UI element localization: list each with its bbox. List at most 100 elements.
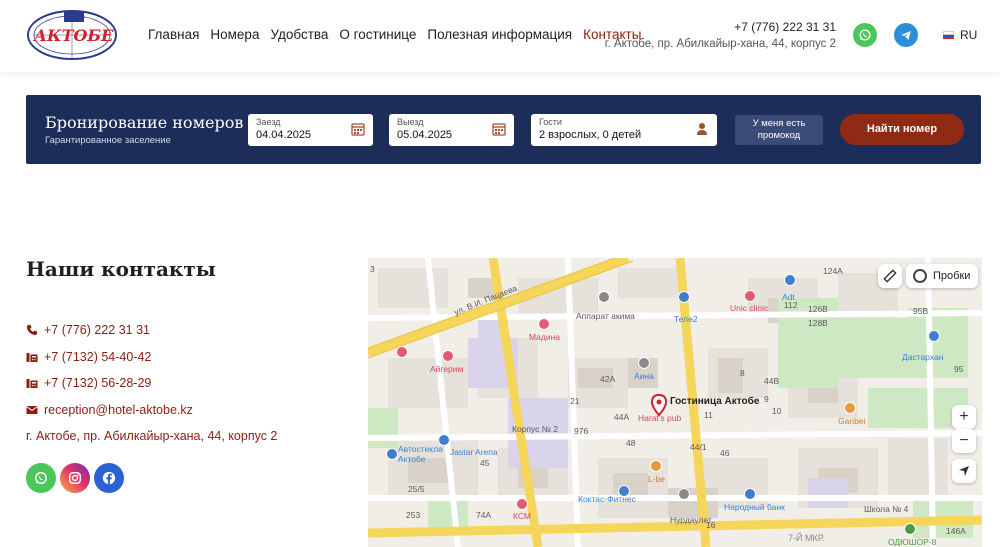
header-address: г. Актобе, пр. Абилкайыр-хана, 44, корпу… — [604, 38, 836, 50]
house-number: 10 — [772, 406, 782, 416]
nav-home[interactable]: Главная — [148, 27, 199, 42]
instagram-button[interactable] — [60, 463, 90, 493]
booking-bar: Бронирование номеров Гарантированное зас… — [26, 95, 981, 164]
traffic-button[interactable]: Пробки — [906, 264, 978, 288]
madina-label: Мадина — [529, 332, 561, 342]
checkin-value: 04.04.2025 — [256, 129, 312, 141]
hotel-logo[interactable]: АКТОБЕ — [26, 9, 118, 61]
house-number: 124А — [823, 266, 843, 276]
house-number: 45 — [480, 458, 490, 468]
checkout-value: 05.04.2025 — [397, 129, 453, 141]
checkin-label: Заезд — [256, 117, 281, 127]
zoom-out-button[interactable]: − — [952, 429, 976, 453]
language-label: RU — [960, 28, 978, 42]
contact-mobile-text: +7 (776) 222 31 31 — [44, 323, 150, 337]
nav-about[interactable]: О гостинице — [339, 27, 416, 42]
dastarhan-label: Дастархан — [902, 352, 944, 362]
house-number: 112 — [784, 300, 798, 310]
aigerim-icon — [442, 350, 454, 362]
stadium-icon — [904, 523, 916, 535]
russia-flag-icon — [943, 31, 954, 39]
hotel-location-pin-icon[interactable] — [651, 394, 667, 416]
nav-rooms[interactable]: Номера — [210, 27, 259, 42]
zoom-in-button[interactable]: + — [952, 405, 976, 429]
location-map[interactable]: ул. В.И. Пацаева Аппарат акима Теле2 Uni… — [368, 258, 982, 547]
nav-useful-info[interactable]: Полезная информация — [427, 27, 572, 42]
find-room-button[interactable]: Найти номер — [840, 114, 964, 145]
telegram-icon — [901, 30, 911, 40]
guests-field[interactable]: Гости 2 взрослых, 0 детей — [531, 114, 717, 146]
booking-subtitle: Гарантированное заселение — [45, 135, 171, 146]
site-header: АКТОБЕ Главная Номера Удобства О гостини… — [0, 0, 1000, 72]
house-number: 253 — [406, 510, 421, 520]
ganbei-icon — [844, 402, 856, 414]
envelope-icon — [26, 406, 38, 414]
nav-amenities[interactable]: Удобства — [270, 27, 328, 42]
language-switcher[interactable]: RU — [943, 28, 977, 42]
bank-icon — [744, 488, 756, 500]
house-number: 8 — [740, 368, 745, 378]
traffic-label: Пробки — [933, 270, 971, 282]
district-label: 7-Й МКР. — [788, 533, 825, 543]
calendar-icon — [351, 123, 365, 136]
house-number: 25/5 — [408, 484, 425, 494]
aina-label: Аина — [634, 371, 654, 381]
contact-phone-1[interactable]: +7 (7132) 54-40-42 — [26, 350, 151, 364]
house-number: 126В — [808, 304, 828, 314]
contact-email[interactable]: reception@hotel-aktobe.kz — [26, 403, 193, 417]
whatsapp-header-button[interactable] — [853, 23, 877, 47]
traffic-icon — [913, 269, 927, 283]
checkout-field[interactable]: Выезд 05.04.2025 — [389, 114, 514, 146]
house-number: 21 — [570, 396, 580, 406]
house-number: 976 — [574, 426, 589, 436]
jastar-label: Jastar Arena — [450, 447, 498, 457]
house-number: 42А — [600, 374, 616, 384]
calendar-icon — [492, 123, 506, 136]
ruler-button[interactable] — [878, 264, 902, 288]
whatsapp-icon — [859, 29, 871, 41]
hospital-icon — [396, 346, 408, 358]
aigerim-label: Айгерим — [430, 364, 464, 374]
contact-phone-2-text: +7 (7132) 56-28-29 — [44, 376, 152, 390]
header-phone[interactable]: +7 (776) 222 31 31 — [734, 20, 836, 34]
facebook-icon — [102, 471, 116, 485]
clinic-icon — [744, 290, 756, 302]
bank-label: Народный банк — [724, 502, 785, 512]
government-icon — [598, 291, 610, 303]
checkout-label: Выезд — [397, 117, 424, 127]
fax-phone-icon — [26, 353, 38, 362]
house-number: 9 — [764, 394, 769, 404]
person-icon — [697, 123, 707, 135]
facebook-button[interactable] — [94, 463, 124, 493]
logo-text: АКТОБЕ — [34, 26, 114, 45]
contact-mobile[interactable]: +7 (776) 222 31 31 — [26, 323, 150, 337]
checkin-field[interactable]: Заезд 04.04.2025 — [248, 114, 373, 146]
stadium-label: ОДЮШОР-8 — [888, 537, 937, 547]
promo-code-button[interactable]: У меня есть промокод — [735, 115, 823, 145]
contacts-title: Наши контакты — [26, 257, 216, 281]
guests-value: 2 взрослых, 0 детей — [539, 129, 642, 141]
booking-title: Бронирование номеров — [45, 113, 244, 132]
tele2-label: Теле2 — [674, 314, 698, 324]
ganbei-label: Ganbei — [838, 416, 866, 426]
contact-phone-2[interactable]: +7 (7132) 56-28-29 — [26, 376, 151, 390]
house-number: 95 — [954, 364, 964, 374]
contact-address: г. Актобе, пр. Абилкайыр-хана, 44, корпу… — [26, 429, 278, 443]
dastarhan-icon — [928, 330, 940, 342]
contact-phone-1-text: +7 (7132) 54-40-42 — [44, 350, 152, 364]
whatsapp-icon — [35, 472, 47, 484]
tele2-icon — [678, 291, 690, 303]
koktas-label: Коктас-Фитнес — [578, 494, 636, 504]
korpus-label: Корпус № 2 — [512, 424, 558, 434]
ksm-icon — [516, 498, 528, 510]
nurdaulet-icon — [678, 488, 690, 500]
house-number: 95В — [913, 306, 929, 316]
telegram-header-button[interactable] — [894, 23, 918, 47]
geolocation-button[interactable] — [952, 459, 976, 483]
fax-phone-icon — [26, 379, 38, 388]
libe-icon — [650, 460, 662, 472]
house-number: 46 — [720, 448, 730, 458]
whatsapp-button[interactable] — [26, 463, 56, 493]
phone-icon — [27, 325, 37, 335]
house-number: 44/1 — [690, 442, 707, 452]
